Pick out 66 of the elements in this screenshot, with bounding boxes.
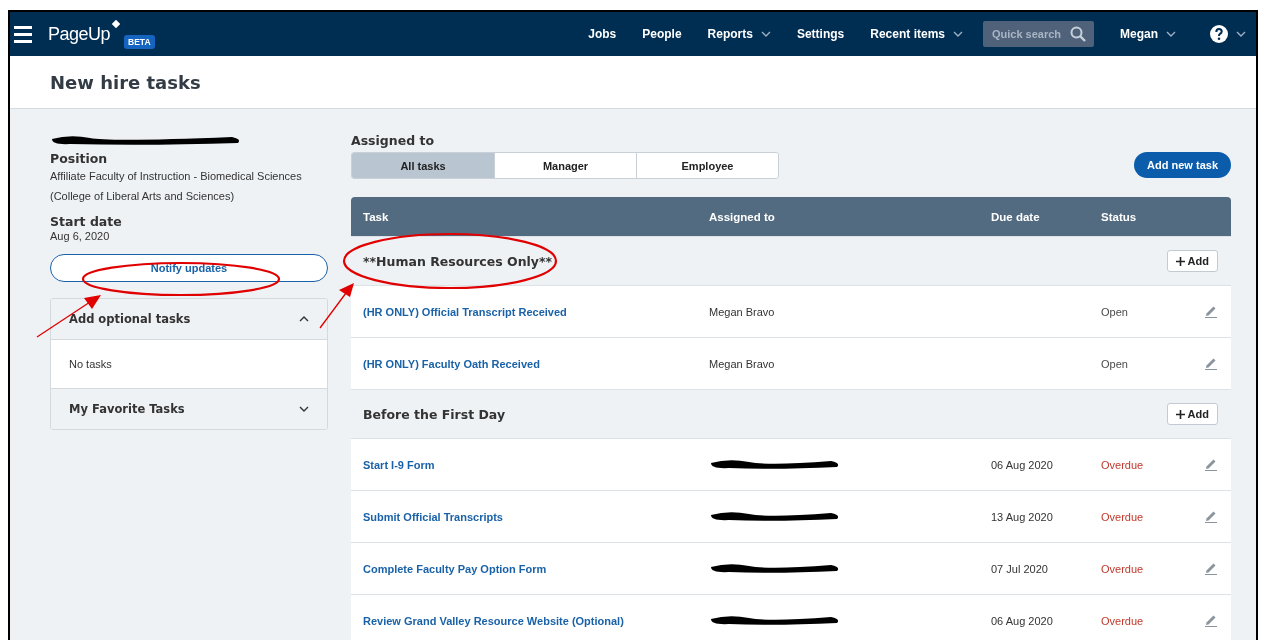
add-button[interactable]: Add [1166,403,1218,425]
add-button[interactable]: Add [1166,250,1218,272]
group-title: Before the First Day [363,406,506,422]
annotation-arrow [319,283,354,329]
section-label: Assigned to [351,133,436,148]
chevron-up-icon [299,315,309,323]
table-cell-text: 06 Aug 2020 [991,614,1054,627]
status-text: Overdue [1101,562,1145,575]
chevron-down-icon [953,30,963,38]
table-cell-text: 06 Aug 2020 [991,458,1054,471]
chevron-down-icon [760,30,771,38]
plus-icon [1175,256,1185,266]
edit-icon[interactable] [1205,510,1217,523]
edit-icon[interactable] [1205,458,1217,471]
task-link[interactable]: Submit Official Transcripts [363,510,709,523]
table-cell-text: 07 Jul 2020 [991,562,1049,575]
column-header: Status [1101,210,1138,223]
start-date: Aug 6, 2020 [50,229,111,243]
group-title: **Human Resources Only** [363,253,553,269]
task-link[interactable]: Complete Faculty Pay Option Form [363,562,709,575]
column-header: Due date [991,210,1041,223]
column-header: Assigned to [709,210,776,223]
task-link[interactable]: Start I-9 Form [363,458,709,471]
edit-icon[interactable] [1205,614,1217,627]
add-task-button[interactable]: Add new task [1134,152,1231,178]
table-cell-text: Megan Bravo [709,357,776,370]
table-cell-text: Megan Bravo [709,305,776,318]
status-text: Overdue [1101,510,1145,523]
task-link[interactable]: (HR ONLY) Official Transcript Received [363,305,709,318]
notify-updates-button[interactable]: Notify updates [50,254,328,282]
plus-icon [1175,409,1185,419]
column-header: Task [363,210,390,223]
search-field[interactable]: Quick search [983,21,1094,47]
user-menu[interactable]: Megan [1120,27,1176,41]
status-text: Overdue [1101,458,1145,471]
position-text: Affiliate Faculty of Instruction - Biomedical Sciences (College of Liberal Arts and Sciences) [50,169,303,204]
field-label: Start date [50,214,123,229]
filter-tab[interactable]: All tasks [352,153,494,178]
filter-tab[interactable]: Manager [494,153,636,178]
empty-message: No tasks [51,339,327,388]
chevron-down-icon [1166,30,1176,38]
status-text: Open [1101,357,1129,370]
menu-icon[interactable] [14,25,32,43]
edit-icon[interactable] [1205,357,1217,370]
filter-tab[interactable]: Employee [636,153,778,178]
edit-icon[interactable] [1205,305,1217,318]
page-title: New hire tasks [50,71,201,93]
table-cell-text: 13 Aug 2020 [991,510,1054,523]
chevron-down-icon [299,405,309,413]
chevron-down-icon [1236,30,1246,38]
nav-link[interactable]: Settings [796,27,845,41]
nav-link[interactable]: Jobs [588,27,617,41]
edit-icon[interactable] [1205,562,1217,575]
nav-link[interactable]: People [642,27,682,41]
status-text: Open [1101,305,1129,318]
beta-badge: BETA [124,35,155,49]
search-icon[interactable] [1070,26,1086,42]
status-text: Overdue [1101,614,1145,627]
help-icon[interactable] [1210,25,1228,43]
brand-logo[interactable]: PageUp [46,22,113,46]
nav-link[interactable]: Recent items [870,27,963,41]
field-label: Position [50,151,109,166]
accordion-header[interactable]: My Favorite Tasks [51,388,327,429]
task-link[interactable]: Review Grand Valley Resource Website (Optional) [363,614,709,627]
nav-link[interactable]: Reports [707,27,771,41]
task-link[interactable]: (HR ONLY) Faculty Oath Received [363,357,709,370]
